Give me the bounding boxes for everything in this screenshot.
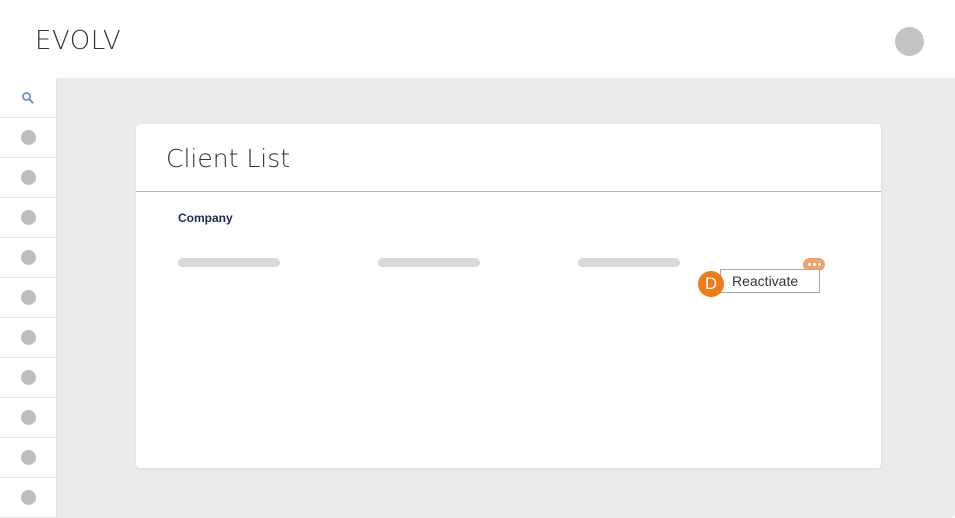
client-list-card: Client List Company Reactivate D [136, 124, 881, 468]
search-icon [22, 91, 34, 103]
nav-dot-icon [20, 450, 36, 465]
nav-dot-icon [20, 250, 36, 265]
sidebar [0, 78, 57, 518]
sidebar-item-1[interactable] [0, 118, 56, 158]
page-title: Client List [166, 144, 291, 173]
column-header-company[interactable]: Company [178, 211, 233, 225]
sidebar-item-4[interactable] [0, 238, 56, 278]
sidebar-item-9[interactable] [0, 438, 56, 478]
sidebar-item-6[interactable] [0, 318, 56, 358]
nav-dot-icon [20, 290, 36, 305]
sidebar-item-2[interactable] [0, 158, 56, 198]
skeleton-placeholder [578, 258, 680, 267]
nav-dot-icon [20, 130, 36, 145]
row-action-menu: Reactivate [720, 269, 820, 293]
nav-dot-icon [20, 330, 36, 345]
user-avatar[interactable] [895, 27, 924, 56]
sidebar-item-10[interactable] [0, 478, 56, 518]
step-badge: D [698, 271, 724, 297]
sidebar-item-3[interactable] [0, 198, 56, 238]
sidebar-item-search[interactable] [0, 78, 56, 118]
nav-dot-icon [20, 410, 36, 425]
nav-dot-icon [20, 170, 36, 185]
sidebar-item-7[interactable] [0, 358, 56, 398]
title-divider [136, 191, 881, 192]
nav-dot-icon [20, 210, 36, 225]
skeleton-placeholder [178, 258, 280, 267]
sidebar-item-5[interactable] [0, 278, 56, 318]
app-logo[interactable]: EVOLV [35, 26, 121, 56]
nav-dot-icon [20, 370, 36, 385]
top-bar: EVOLV [0, 0, 955, 78]
skeleton-placeholder [378, 258, 480, 267]
reactivate-menu-item[interactable]: Reactivate [732, 273, 798, 289]
sidebar-item-8[interactable] [0, 398, 56, 438]
nav-dot-icon [20, 490, 36, 505]
main-content: Client List Company Reactivate D [57, 78, 955, 518]
